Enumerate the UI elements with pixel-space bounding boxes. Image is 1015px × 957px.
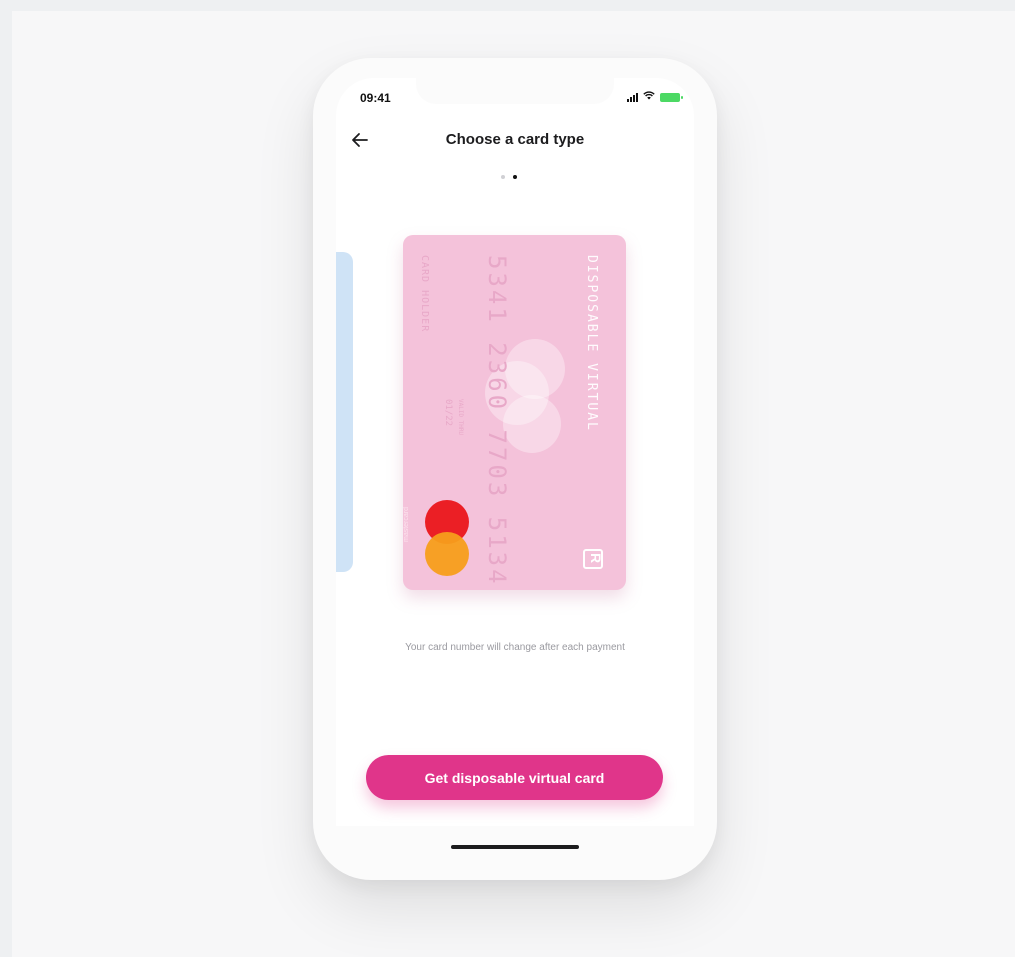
card-type-label: DISPOSABLE VIRTUAL bbox=[584, 255, 599, 432]
card-expiry-label: VALID THRU bbox=[457, 399, 464, 436]
virtual-card[interactable]: DISPOSABLE VIRTUAL 5341 2360 7703 5134 C… bbox=[403, 235, 626, 590]
card-network: mastercard bbox=[403, 507, 410, 543]
page-title: Choose a card type bbox=[445, 131, 585, 148]
cellular-signal-icon bbox=[627, 92, 638, 102]
pager-dots bbox=[501, 175, 517, 179]
revolut-logo-icon bbox=[583, 549, 603, 569]
status-time: 09:41 bbox=[360, 91, 391, 105]
card-number: 5341 2360 7703 5134 bbox=[483, 255, 511, 587]
get-disposable-card-button[interactable]: Get disposable virtual card bbox=[366, 755, 663, 800]
home-indicator[interactable] bbox=[451, 845, 579, 849]
app-screen: 09:41 Choose a card type DISPOSABLE VIRT… bbox=[336, 78, 694, 826]
previous-card-peek[interactable] bbox=[336, 252, 353, 572]
wifi-icon bbox=[643, 91, 655, 103]
phone-notch bbox=[416, 78, 614, 104]
mastercard-logo-yellow-icon bbox=[425, 532, 469, 576]
card-expiry: 01/22 bbox=[443, 399, 453, 427]
card-caption: Your card number will change after each … bbox=[405, 642, 625, 653]
card-holder: CARD HOLDER bbox=[419, 255, 430, 333]
pager-dot-active[interactable] bbox=[513, 175, 517, 179]
status-icons bbox=[627, 91, 683, 103]
pager-dot[interactable] bbox=[501, 175, 505, 179]
battery-icon bbox=[660, 92, 683, 102]
